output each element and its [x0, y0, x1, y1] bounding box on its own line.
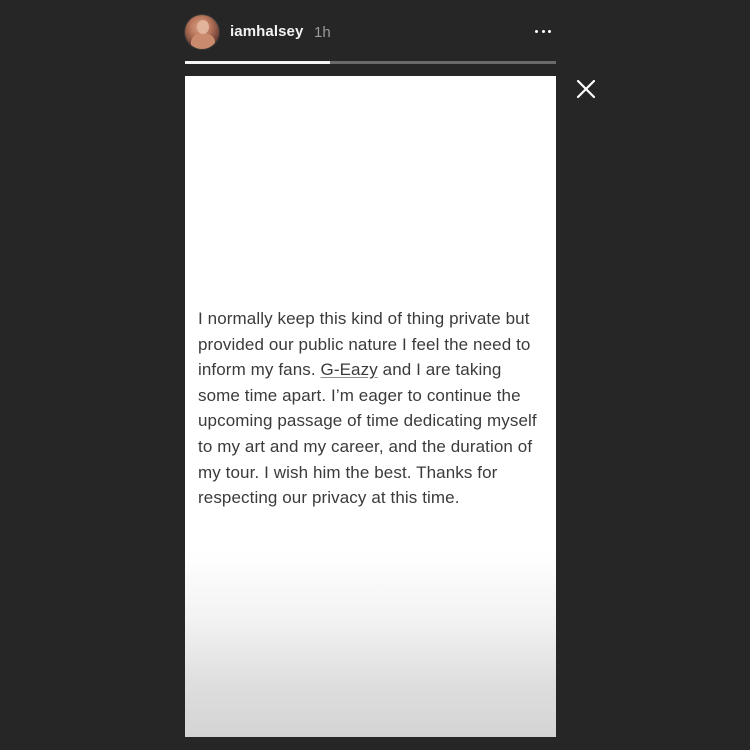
story-progress-bar: [185, 61, 556, 64]
more-dot: [535, 29, 538, 33]
story-header: iamhalsey 1h: [185, 14, 556, 54]
avatar-shoulder: [191, 33, 215, 49]
more-dot: [548, 29, 551, 33]
username[interactable]: iamhalsey: [230, 23, 303, 40]
story-card: I normally keep this kind of thing priva…: [185, 76, 556, 737]
story-viewer: iamhalsey 1h I normally keep this kind o…: [0, 0, 750, 750]
story-message: I normally keep this kind of thing priva…: [198, 306, 548, 511]
user-avatar[interactable]: [185, 15, 219, 49]
avatar-head: [197, 20, 209, 34]
close-icon[interactable]: [575, 78, 597, 100]
close-icon-svg: [576, 79, 596, 99]
more-options-icon[interactable]: [535, 23, 551, 39]
story-progress-fill: [185, 61, 330, 64]
story-mention[interactable]: G-Eazy: [321, 360, 378, 379]
more-dot: [541, 29, 545, 33]
post-time: 1h: [314, 24, 331, 41]
story-text-after-mention: and I are taking some time apart. I’m ea…: [198, 360, 537, 508]
